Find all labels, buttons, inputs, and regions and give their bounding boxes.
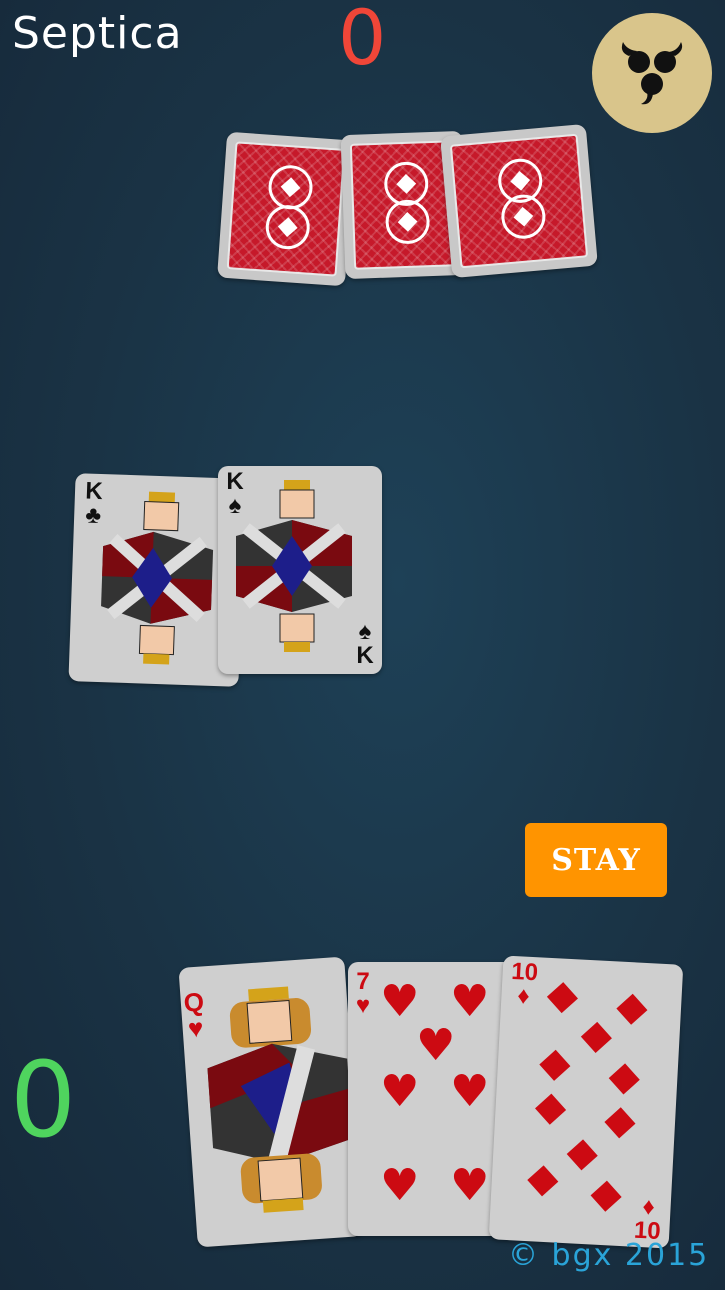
heart-icon: ♥ — [450, 976, 490, 1027]
opponent-score: 0 — [338, 0, 387, 82]
triskelion-icon — [621, 42, 683, 105]
opponent-card — [217, 131, 355, 287]
heart-icon: ♥ — [380, 1066, 420, 1117]
card-rank: 7 — [356, 968, 370, 995]
diamond-icon — [566, 1139, 598, 1171]
heart-icon: ♥ — [355, 992, 371, 1019]
app-title: Septica — [12, 8, 183, 59]
diamond-icon — [604, 1107, 636, 1139]
king-figure — [236, 480, 352, 652]
diamond-icon — [535, 1093, 567, 1125]
menu-button[interactable] — [592, 13, 712, 133]
diamond-icon — [608, 1063, 640, 1095]
stay-button[interactable]: STAY — [525, 823, 667, 897]
diamond-icon — [590, 1180, 622, 1212]
diamond-icon — [580, 1021, 612, 1053]
hand-card-ten-diamonds[interactable]: 10 ♦ ♦ 10 — [488, 955, 684, 1249]
heart-icon: ♥ — [380, 976, 420, 1027]
diamond-icon — [546, 982, 578, 1014]
copyright-text: © bgx 2015 — [508, 1238, 710, 1273]
king-figure — [101, 491, 214, 665]
diamond-icon — [616, 993, 648, 1025]
table-card: K ♠ ♠ K — [218, 466, 382, 674]
heart-icon: ♥ — [450, 1066, 490, 1117]
opponent-card — [440, 123, 598, 279]
diamond-icon: ♦ — [516, 982, 531, 1010]
heart-icon: ♥ — [416, 1020, 456, 1071]
heart-icon: ♥ — [450, 1160, 490, 1211]
heart-icon: ♥ — [380, 1160, 420, 1211]
diamond-icon — [539, 1049, 571, 1081]
diamond-icon — [527, 1165, 559, 1197]
hand-card-queen-hearts[interactable]: Q ♥ — [178, 956, 364, 1248]
queen-figure — [207, 986, 353, 1213]
player-score: 0 — [10, 1039, 77, 1161]
